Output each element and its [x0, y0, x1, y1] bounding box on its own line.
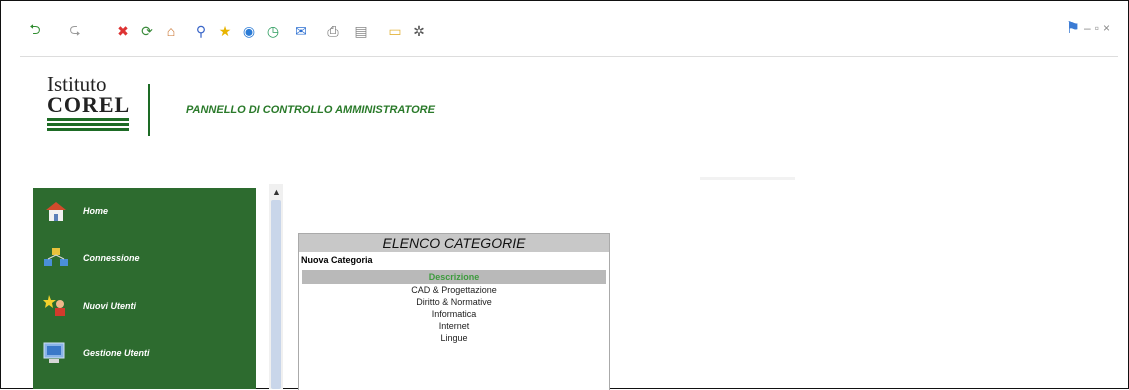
sidebar-item-label: Gestione Utenti: [83, 348, 150, 358]
history-icon[interactable]: ◷: [262, 20, 284, 42]
search-icon[interactable]: ⚲: [190, 20, 212, 42]
notes-icon[interactable]: ▭: [384, 20, 406, 42]
print-icon[interactable]: ⎙: [322, 20, 344, 42]
scrollbar[interactable]: ▲: [269, 184, 283, 389]
sidebar-item-connessione[interactable]: Connessione: [33, 238, 256, 278]
sidebar-item-label: Nuovi Utenti: [83, 301, 136, 311]
decorative-line: [700, 177, 795, 180]
favorites-icon[interactable]: ★: [214, 20, 236, 42]
home-icon[interactable]: ⌂: [160, 20, 182, 42]
column-header-descrizione: Descrizione: [302, 270, 606, 284]
scroll-up-icon[interactable]: ▲: [272, 187, 281, 197]
computer-icon: [43, 340, 69, 366]
list-item[interactable]: Internet: [299, 320, 609, 332]
media-icon[interactable]: ◉: [238, 20, 260, 42]
sidebar-item-home[interactable]: Home: [33, 191, 256, 231]
new-category-link[interactable]: Nuova Categoria: [299, 252, 609, 268]
logo-line2: COREL: [47, 92, 131, 117]
sidebar-item-label: Connessione: [83, 253, 140, 263]
list-item[interactable]: Diritto & Normative: [299, 296, 609, 308]
windows-flag-icon: ⚑: [1065, 20, 1081, 37]
back-icon[interactable]: ⮌: [24, 20, 46, 42]
logo-line1: Istituto: [47, 72, 107, 96]
list-item[interactable]: CAD & Progettazione: [299, 284, 609, 296]
header-divider: [148, 84, 150, 136]
sidebar-menu: Home Connessione Nuovi Utenti Gestione U…: [33, 188, 256, 389]
window-controls: ⚑ – ▫ ×: [1066, 18, 1110, 38]
edit-icon[interactable]: ▤: [350, 20, 372, 42]
maximize-button[interactable]: ▫: [1095, 21, 1099, 35]
browser-toolbar: ⮌ ⮎ ✖ ⟳ ⌂ ⚲ ★ ◉ ◷ ✉ ⎙ ▤ ▭ ✲ ⚑ – ▫ ×: [20, 6, 1118, 57]
sidebar-item-gestione-utenti[interactable]: Gestione Utenti: [33, 333, 256, 373]
istituto-corel-logo: Istituto COREL: [47, 74, 129, 158]
logo-bars: [47, 118, 129, 131]
new-user-icon: [43, 293, 69, 319]
refresh-icon[interactable]: ⟳: [136, 20, 158, 42]
tools-icon[interactable]: ✲: [408, 20, 430, 42]
network-icon: [43, 245, 69, 271]
close-button[interactable]: ×: [1103, 21, 1110, 35]
stop-icon[interactable]: ✖: [112, 20, 134, 42]
home-icon: [43, 198, 69, 224]
list-item[interactable]: Lingue: [299, 332, 609, 344]
forward-icon[interactable]: ⮎: [64, 20, 86, 42]
scrollbar-thumb[interactable]: [271, 200, 281, 389]
sidebar-item-label: Home: [83, 206, 109, 216]
list-item[interactable]: Informatica: [299, 308, 609, 320]
page-title: PANNELLO DI CONTROLLO AMMINISTRATORE: [186, 104, 435, 116]
minimize-button[interactable]: –: [1084, 21, 1091, 35]
sidebar-item-nuovi-utenti[interactable]: Nuovi Utenti: [33, 286, 256, 326]
mail-icon[interactable]: ✉: [290, 20, 312, 42]
categories-panel: ELENCO CATEGORIE Nuova Categoria Descriz…: [298, 233, 610, 390]
categories-title: ELENCO CATEGORIE: [299, 234, 609, 252]
